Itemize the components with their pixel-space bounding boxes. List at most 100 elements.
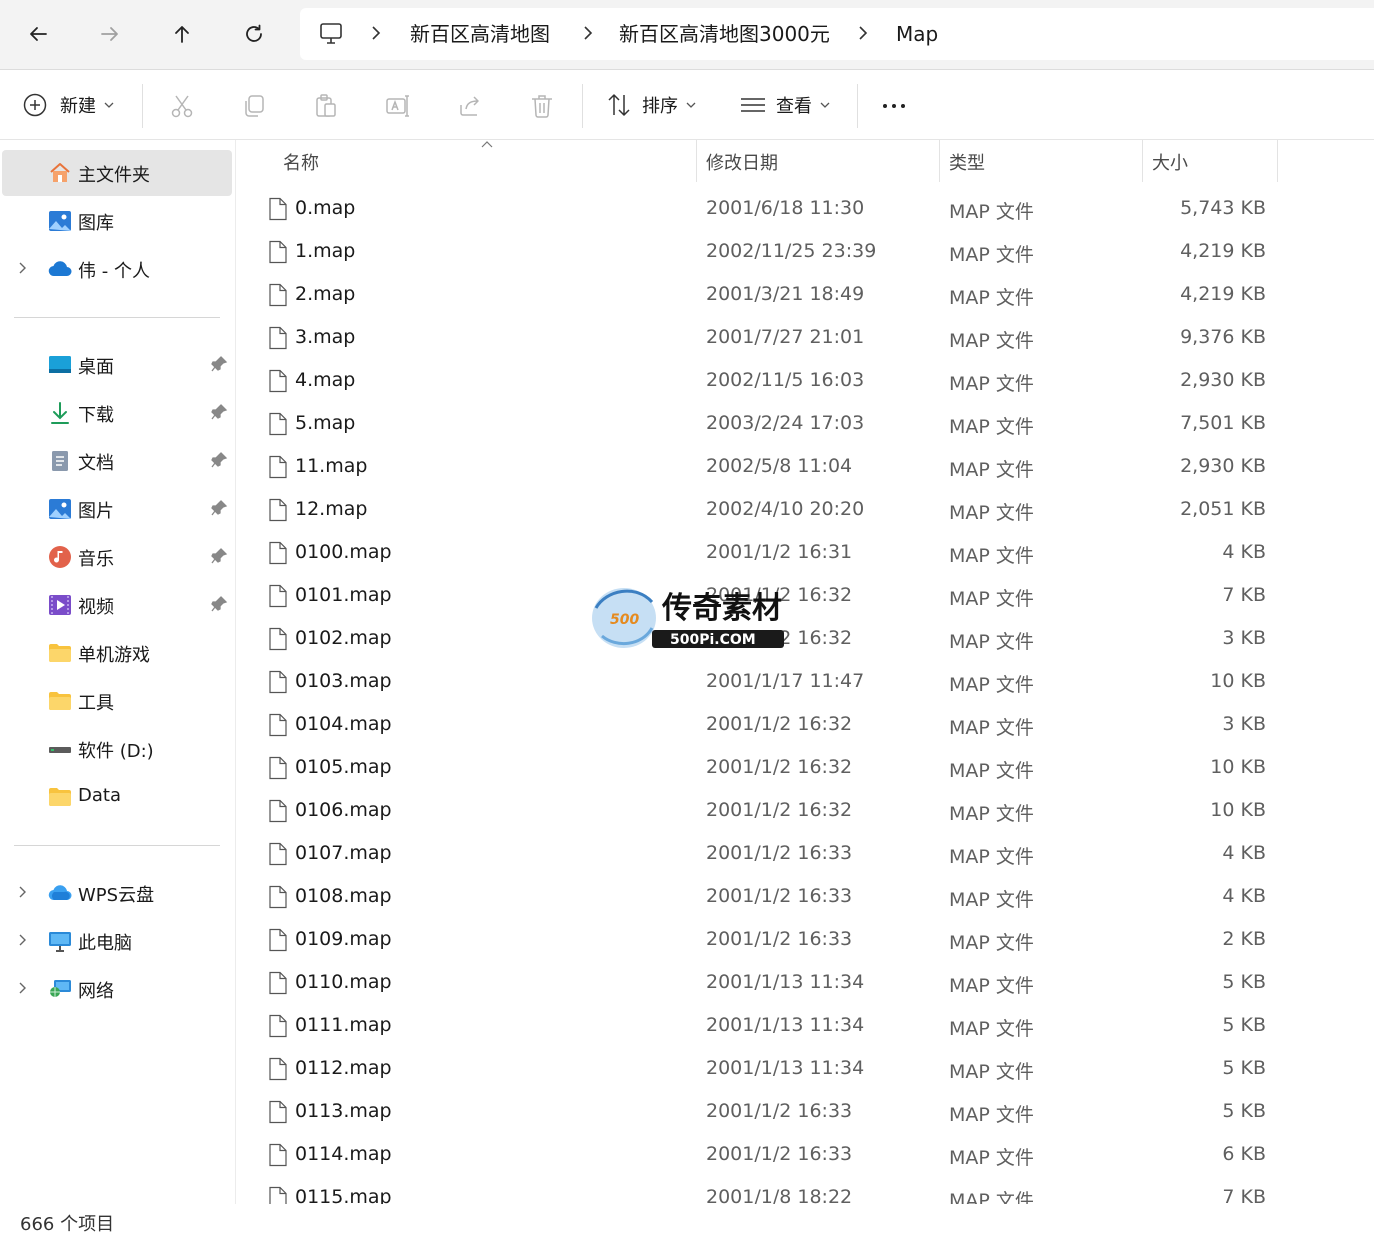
view-button[interactable]: 查看 [740,70,840,140]
file-name: 0115.map [295,1186,392,1204]
file-row[interactable]: 0101.map 2001/1/2 16:32 MAP 文件 7 KB [236,575,1374,618]
up-button[interactable] [162,14,202,54]
pin-icon[interactable] [210,499,228,517]
file-icon [269,885,287,909]
sidebar-item-drive-d[interactable]: 软件 (D:) [2,726,232,772]
breadcrumb-item[interactable]: 新百区高清地图 [410,21,550,47]
file-icon [269,584,287,608]
file-icon [269,670,287,694]
sidebar-item-network[interactable]: 网络 [2,966,232,1012]
file-date: 2001/1/2 16:32 [706,799,853,821]
file-row[interactable]: 0112.map 2001/1/13 11:34 MAP 文件 5 KB [236,1048,1374,1091]
folder-icon [49,788,71,806]
chevron-right-icon[interactable] [18,884,28,900]
rename-icon[interactable] [385,93,411,119]
sidebar-item-data-folder[interactable]: Data [2,774,232,820]
sidebar-item-wps-cloud[interactable]: WPS云盘 [2,870,232,916]
pin-icon[interactable] [210,403,228,421]
file-row[interactable]: 3.map 2001/7/27 21:01 MAP 文件 9,376 KB [236,317,1374,360]
file-icon [269,283,287,307]
sidebar-item-music[interactable]: 音乐 [2,534,232,580]
file-row[interactable]: 0102.map2001/1/2 16:32MAP 文件3 KB [236,618,1374,661]
file-row[interactable]: 0104.map 2001/1/2 16:32 MAP 文件 3 KB [236,704,1374,747]
file-icon [269,971,287,995]
file-size: 9,376 KB [1180,326,1266,348]
file-row[interactable]: 11.map 2002/5/8 11:04 MAP 文件 2,930 KB [236,446,1374,489]
pin-icon[interactable] [210,355,228,373]
cut-icon[interactable] [169,93,195,119]
sidebar-item-desktop[interactable]: 桌面 [2,342,232,388]
sidebar-item-downloads[interactable]: 下载 [2,390,232,436]
column-header-date[interactable]: 修改日期 [706,149,778,175]
file-row[interactable]: 0105.map 2001/1/2 16:32 MAP 文件 10 KB [236,747,1374,790]
chevron-right-icon[interactable] [18,260,28,276]
file-row[interactable]: 0108.map 2001/1/2 16:33 MAP 文件 4 KB [236,876,1374,919]
pin-icon[interactable] [210,595,228,613]
file-row[interactable]: 0107.map 2001/1/2 16:33 MAP 文件 4 KB [236,833,1374,876]
sidebar-item-home[interactable]: 主文件夹 [2,150,232,196]
file-row[interactable]: 0103.map 2001/1/17 11:47 MAP 文件 10 KB [236,661,1374,704]
delete-icon[interactable] [529,93,555,119]
forward-button[interactable] [90,14,130,54]
sidebar-item-label: 此电脑 [78,933,132,954]
file-row[interactable]: 2.map 2001/3/21 18:49 MAP 文件 4,219 KB [236,274,1374,317]
column-header-name[interactable]: 名称 [283,149,319,175]
column-resize-handle[interactable] [1142,140,1143,182]
column-resize-handle[interactable] [939,140,940,182]
column-header-size[interactable]: 大小 [1152,149,1188,175]
sidebar-item-label: 音乐 [78,549,114,570]
file-icon [269,756,287,780]
column-header-type[interactable]: 类型 [949,149,985,175]
new-button[interactable]: 新建 [22,70,120,140]
sidebar-item-games-folder[interactable]: 单机游戏 [2,630,232,676]
chevron-right-icon[interactable] [18,932,28,948]
sidebar-item-gallery[interactable]: 图库 [2,198,232,244]
copy-icon[interactable] [241,93,267,119]
svg-text:500: 500 [610,612,639,628]
file-row[interactable]: 12.map 2002/4/10 20:20 MAP 文件 2,051 KB [236,489,1374,532]
file-row[interactable]: 0.map 2001/6/18 11:30 MAP 文件 5,743 KB [236,188,1374,231]
file-type: MAP 文件 [949,1061,1034,1083]
pin-icon[interactable] [210,451,228,469]
chevron-right-icon[interactable] [18,980,28,996]
file-row[interactable]: 1.map 2002/11/25 23:39 MAP 文件 4,219 KB [236,231,1374,274]
file-row[interactable]: 5.map 2003/2/24 17:03 MAP 文件 7,501 KB [236,403,1374,446]
pin-icon[interactable] [210,547,228,565]
column-resize-handle[interactable] [1277,140,1278,182]
back-button[interactable] [18,14,58,54]
breadcrumb-item[interactable]: 新百区高清地图3000元 [619,21,830,47]
file-row[interactable]: 0115.map 2001/1/8 18:22 MAP 文件 7 KB [236,1177,1374,1204]
watermark-logo: 500 传奇素材 500Pi.COM [592,588,784,648]
sidebar-item-videos[interactable]: 视频 [2,582,232,628]
file-size: 5 KB [1222,1014,1266,1036]
file-size: 2 KB [1222,928,1266,950]
column-resize-handle[interactable] [696,140,697,182]
file-name: 3.map [295,326,356,348]
documents-icon [52,451,68,471]
share-icon[interactable] [457,93,483,119]
file-row[interactable]: 0109.map 2001/1/2 16:33 MAP 文件 2 KB [236,919,1374,962]
sidebar-item-tools-folder[interactable]: 工具 [2,678,232,724]
file-name: 0109.map [295,928,392,950]
file-date: 2002/4/10 20:20 [706,498,865,520]
sidebar-item-pictures[interactable]: 图片 [2,486,232,532]
refresh-button[interactable] [234,14,274,54]
sidebar-item-this-pc[interactable]: 此电脑 [2,918,232,964]
file-row[interactable]: 0106.map 2001/1/2 16:32 MAP 文件 10 KB [236,790,1374,833]
sidebar-item-label: 图片 [78,501,114,522]
sidebar-item-onedrive[interactable]: 伟 - 个人 [2,246,232,292]
file-row[interactable]: 0111.map 2001/1/13 11:34 MAP 文件 5 KB [236,1005,1374,1048]
file-row[interactable]: 0114.map 2001/1/2 16:33 MAP 文件 6 KB [236,1134,1374,1177]
file-row[interactable]: 0113.map 2001/1/2 16:33 MAP 文件 5 KB [236,1091,1374,1134]
more-options-icon[interactable] [881,93,907,119]
file-row[interactable]: 0110.map 2001/1/13 11:34 MAP 文件 5 KB [236,962,1374,1005]
sort-button[interactable]: 排序 [606,70,706,140]
file-type: MAP 文件 [949,502,1034,524]
breadcrumb-item-current[interactable]: Map [896,21,938,47]
file-size: 3 KB [1222,713,1266,735]
file-row[interactable]: 4.map 2002/11/5 16:03 MAP 文件 2,930 KB [236,360,1374,403]
sidebar-item-documents[interactable]: 文档 [2,438,232,484]
address-bar[interactable]: 新百区高清地图 新百区高清地图3000元 Map [300,8,1374,60]
paste-icon[interactable] [313,93,339,119]
file-row[interactable]: 0100.map 2001/1/2 16:31 MAP 文件 4 KB [236,532,1374,575]
